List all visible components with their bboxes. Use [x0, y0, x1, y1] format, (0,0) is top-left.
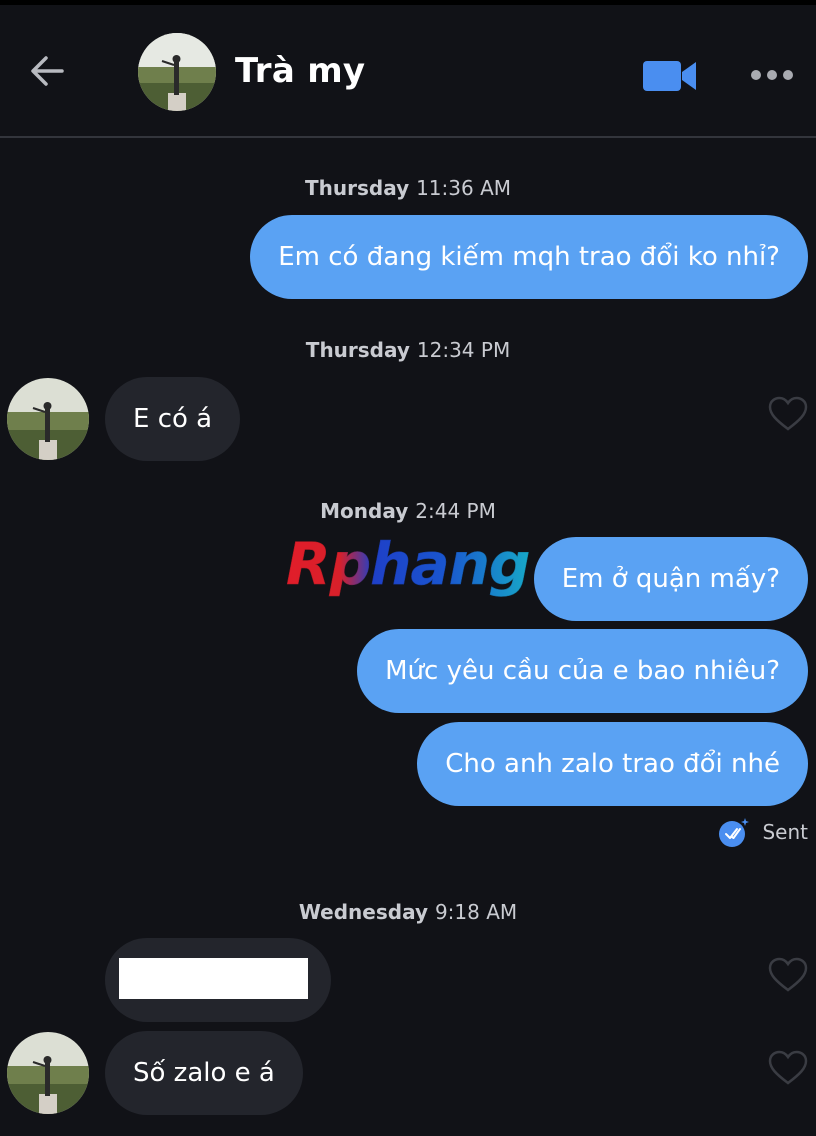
timestamp: Thursday 11:36 AM — [0, 176, 816, 200]
timestamp: Wednesday 9:18 AM — [0, 900, 816, 924]
timestamp: Thursday 12:34 PM — [0, 338, 816, 362]
sent-label: Sent — [762, 820, 808, 844]
contact-avatar[interactable] — [138, 33, 216, 111]
timestamp-time: 2:44 PM — [415, 499, 496, 523]
timestamp-time: 12:34 PM — [416, 338, 511, 362]
incoming-message[interactable]: Số zalo e á — [105, 1031, 303, 1115]
heart-icon[interactable] — [768, 1050, 808, 1086]
redaction-box — [119, 958, 308, 999]
more-options-button[interactable] — [748, 61, 796, 89]
contact-avatar[interactable] — [7, 378, 89, 460]
incoming-message[interactable]: E có á — [105, 377, 241, 461]
timestamp-day: Thursday — [304, 176, 410, 200]
timestamp-day: Wednesday — [298, 900, 428, 924]
heart-icon[interactable] — [768, 396, 808, 432]
timestamp-day: Thursday — [305, 338, 410, 362]
timestamp-time: 11:36 AM — [416, 176, 512, 200]
outgoing-message[interactable]: Mức yêu cầu của e bao nhiêu? — [357, 629, 808, 713]
back-button[interactable] — [26, 51, 70, 91]
contact-name[interactable]: Trà my — [235, 51, 365, 91]
message-text: Em có đang kiếm mqh trao đổi ko nhỉ? — [278, 242, 780, 272]
outgoing-message[interactable]: Em có đang kiếm mqh trao đổi ko nhỉ? — [250, 215, 808, 299]
heart-icon[interactable] — [768, 957, 808, 993]
message-text: Cho anh zalo trao đổi nhé — [445, 749, 780, 779]
more-horizontal-icon — [751, 70, 793, 80]
arrow-left-icon — [31, 56, 64, 86]
chat-screen: Trà my Thursday 11:36 AM Em có đang kiếm… — [0, 0, 816, 1136]
message-text: Số zalo e á — [133, 1058, 275, 1088]
message-text: Em ở quận mấy? — [561, 564, 780, 594]
message-text: E có á — [133, 404, 213, 434]
timestamp: Monday 2:44 PM — [0, 499, 816, 523]
delivery-status: Sent — [718, 816, 808, 848]
timestamp-day: Monday — [320, 499, 409, 523]
outgoing-message[interactable]: Em ở quận mấy? — [533, 537, 808, 621]
video-call-button[interactable] — [640, 55, 700, 95]
watermark-logo: Rphang — [286, 530, 531, 599]
sent-check-icon — [719, 818, 750, 847]
timestamp-time: 9:18 AM — [434, 900, 518, 924]
video-camera-icon — [643, 61, 696, 91]
outgoing-message[interactable]: Cho anh zalo trao đổi nhé — [417, 722, 808, 806]
message-text: Mức yêu cầu của e bao nhiêu? — [385, 656, 780, 686]
chat-header: Trà my — [0, 5, 816, 138]
contact-avatar[interactable] — [7, 1032, 89, 1114]
